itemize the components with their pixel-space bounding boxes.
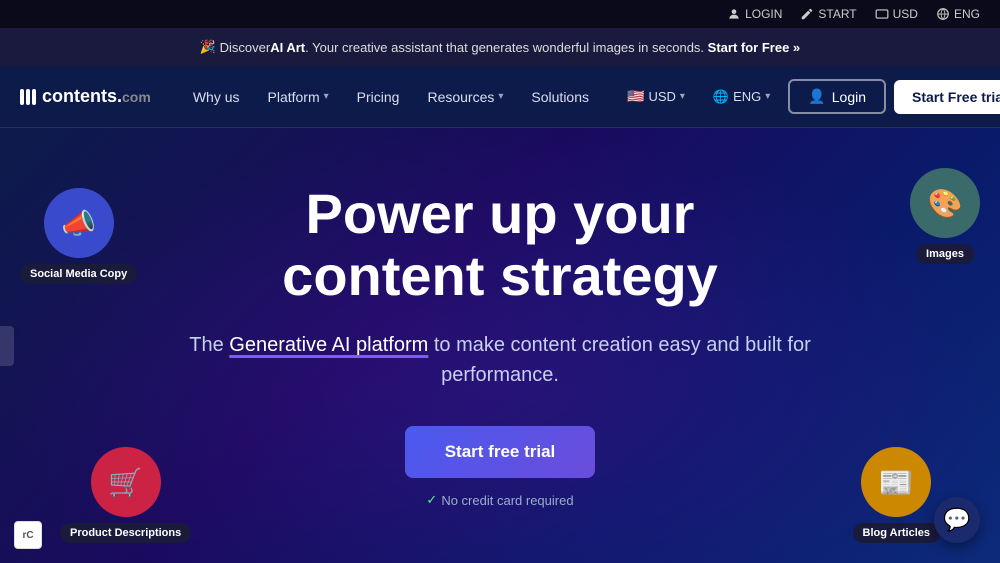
images-badge[interactable]: 🎨 Images bbox=[910, 168, 980, 264]
left-panel bbox=[0, 326, 14, 366]
announcement-text-post: . Your creative assistant that generates… bbox=[305, 40, 704, 55]
images-icon: 🎨 bbox=[928, 187, 963, 220]
start-utility-link[interactable]: START bbox=[800, 7, 856, 21]
check-icon: ✓ bbox=[426, 492, 437, 508]
blog-articles-badge[interactable]: 📰 Blog Articles bbox=[853, 447, 940, 543]
currency-chevron-icon: ▾ bbox=[680, 91, 685, 102]
login-button[interactable]: 👤 Login bbox=[788, 79, 886, 114]
globe-icon: 🌐 bbox=[713, 89, 729, 105]
hero-cta-wrapper: Start free trial ✓ No credit card requir… bbox=[150, 426, 850, 508]
images-circle: 🎨 bbox=[910, 168, 980, 238]
blog-articles-icon: 📰 bbox=[879, 466, 914, 499]
currency-flag-icon: 🇺🇸 bbox=[627, 88, 644, 105]
images-label: Images bbox=[916, 244, 974, 264]
chat-icon: 💬 bbox=[943, 507, 970, 533]
product-descriptions-circle: 🛒 bbox=[91, 447, 161, 517]
product-descriptions-label: Product Descriptions bbox=[60, 523, 191, 543]
no-credit-notice: ✓ No credit card required bbox=[426, 492, 573, 508]
login-utility-link[interactable]: LOGIN bbox=[727, 7, 782, 21]
recaptcha-badge: rC bbox=[14, 521, 42, 549]
announcement-bar: 🎉 Discover AI Art . Your creative assist… bbox=[0, 28, 1000, 66]
utility-bar: LOGIN START USD ENG bbox=[0, 0, 1000, 28]
social-media-icon: 📣 bbox=[61, 207, 96, 240]
product-descriptions-icon: 🛒 bbox=[108, 466, 143, 499]
currency-selector[interactable]: 🇺🇸 USD ▾ bbox=[617, 82, 695, 111]
hero-title: Power up your content strategy bbox=[150, 183, 850, 306]
language-selector[interactable]: 🌐 ENG ▾ bbox=[703, 83, 780, 111]
social-media-badge[interactable]: 📣 Social Media Copy bbox=[20, 188, 137, 284]
hero-cta-button[interactable]: Start free trial bbox=[405, 426, 596, 478]
nav-why-us[interactable]: Why us bbox=[181, 81, 252, 113]
announcement-cta[interactable]: Start for Free » bbox=[708, 40, 800, 55]
logo[interactable]: contents.com bbox=[20, 86, 151, 107]
generative-ai-link[interactable]: Generative AI platform bbox=[229, 334, 428, 356]
hero-subtitle: The Generative AI platform to make conte… bbox=[150, 330, 850, 390]
eng-utility-link[interactable]: ENG bbox=[936, 7, 980, 21]
platform-chevron-icon: ▾ bbox=[324, 91, 329, 102]
navbar: contents.com Why us Platform ▾ Pricing R… bbox=[0, 66, 1000, 128]
social-media-circle: 📣 bbox=[44, 188, 114, 258]
lang-chevron-icon: ▾ bbox=[765, 91, 770, 102]
social-media-label: Social Media Copy bbox=[20, 264, 137, 284]
start-trial-button[interactable]: Start Free trial bbox=[894, 80, 1000, 114]
announcement-emoji: 🎉 bbox=[200, 39, 216, 55]
usd-utility-link[interactable]: USD bbox=[875, 7, 918, 21]
logo-text: contents.com bbox=[42, 86, 151, 107]
hero-content: Power up your content strategy The Gener… bbox=[150, 183, 850, 508]
announcement-highlight: AI Art bbox=[270, 40, 305, 55]
nav-right: 🇺🇸 USD ▾ 🌐 ENG ▾ 👤 Login Start Free tria… bbox=[617, 79, 1000, 114]
logo-icon bbox=[20, 89, 36, 105]
product-descriptions-badge[interactable]: 🛒 Product Descriptions bbox=[60, 447, 191, 543]
resources-chevron-icon: ▾ bbox=[498, 91, 503, 102]
chat-button[interactable]: 💬 bbox=[934, 497, 980, 543]
announcement-text-pre: Discover bbox=[220, 40, 271, 55]
nav-solutions[interactable]: Solutions bbox=[519, 81, 601, 113]
hero-section: 📣 Social Media Copy 🎨 Images Power up yo… bbox=[0, 128, 1000, 563]
blog-articles-circle: 📰 bbox=[861, 447, 931, 517]
nav-platform[interactable]: Platform ▾ bbox=[256, 81, 341, 113]
nav-resources[interactable]: Resources ▾ bbox=[415, 81, 515, 113]
nav-links: Why us Platform ▾ Pricing Resources ▾ So… bbox=[181, 81, 601, 113]
nav-pricing[interactable]: Pricing bbox=[345, 81, 412, 113]
user-icon: 👤 bbox=[808, 88, 825, 105]
blog-articles-label: Blog Articles bbox=[853, 523, 940, 543]
